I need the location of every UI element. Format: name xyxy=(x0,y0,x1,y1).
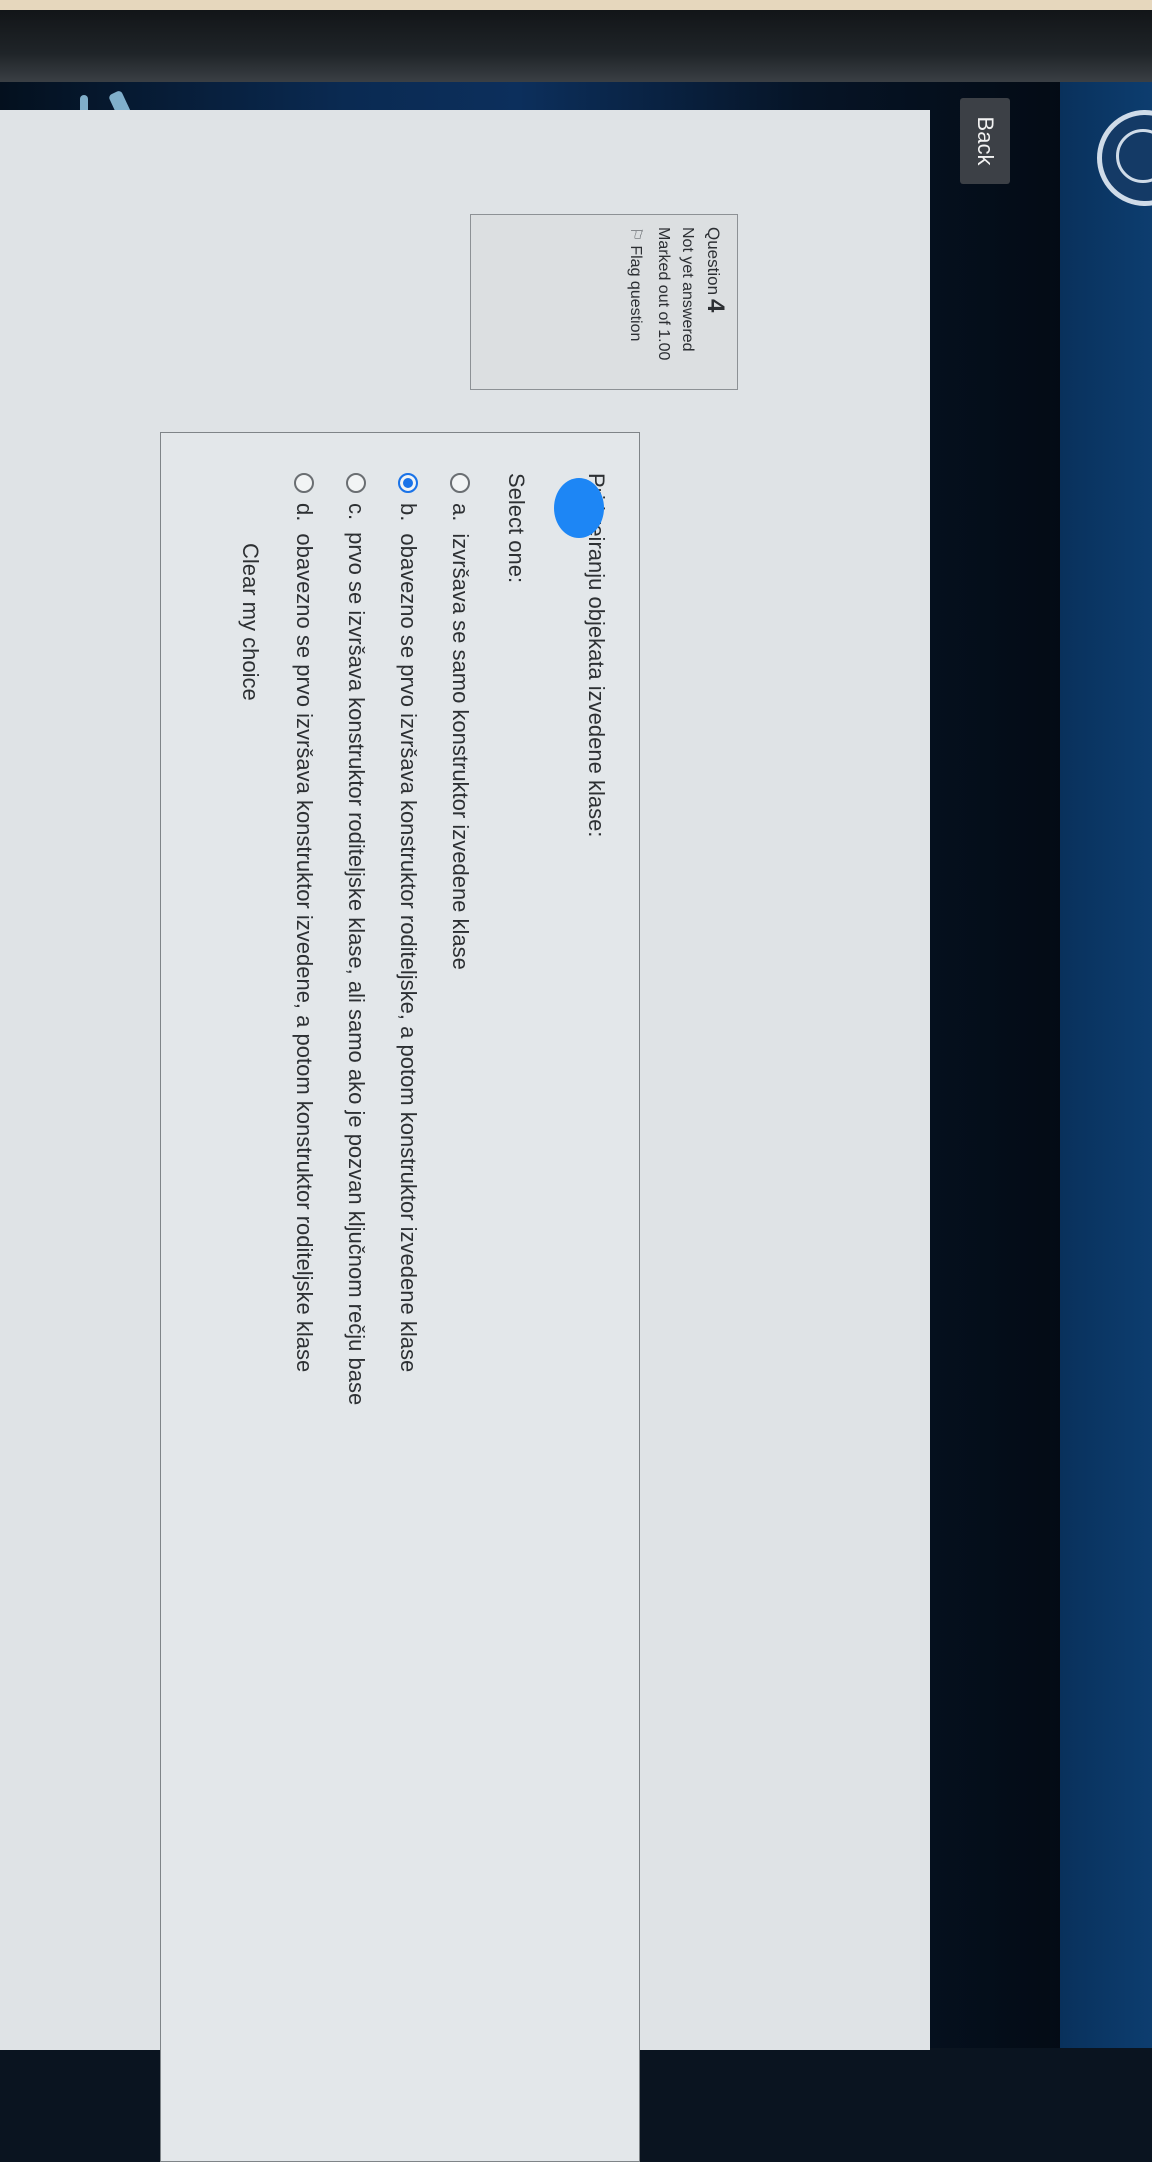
option-letter: d. xyxy=(292,503,317,522)
question-number-value: 4 xyxy=(702,299,729,313)
option-text: obavezno se prvo izvršava konstruktor ro… xyxy=(396,533,421,1373)
monitor-bezel xyxy=(0,10,1152,82)
option-letter: b. xyxy=(396,503,421,522)
selection-highlight xyxy=(554,478,604,538)
option-text: obavezno se prvo izvršava konstruktor iz… xyxy=(292,533,317,1373)
radio-button-icon[interactable] xyxy=(346,473,366,493)
radio-button-icon[interactable] xyxy=(450,473,470,493)
option-text: izvršava se samo konstruktor izvedene kl… xyxy=(448,533,473,970)
option-letter: c. xyxy=(344,503,369,521)
option-text: prvo se izvršava konstruktor roditeljske… xyxy=(344,532,369,1406)
question-info-box: Question 4 Not yet answered Marked out of… xyxy=(470,214,738,390)
question-number: Question 4 xyxy=(701,227,729,377)
radio-button-icon[interactable] xyxy=(294,473,314,493)
back-button[interactable]: Back xyxy=(960,98,1010,184)
select-prompt: Select one: xyxy=(504,473,529,584)
answer-option-a[interactable]: a. izvršava se samo konstruktor izvedene … xyxy=(447,473,473,970)
question-status: Not yet answered xyxy=(679,227,696,352)
question-label: Question xyxy=(704,227,723,296)
flag-question-label: Flag question xyxy=(627,245,644,342)
flag-icon: ⚐ xyxy=(627,227,644,242)
answer-option-c[interactable]: c. prvo se izvršava konstruktor roditeljs… xyxy=(343,473,369,1405)
radio-button-icon[interactable] xyxy=(398,473,418,493)
question-box: Pri kreiranju objekata izvedene klase: S… xyxy=(160,432,640,2162)
option-letter: a. xyxy=(448,503,473,522)
quiz-page: Back Question 4 Not yet answered Marked o… xyxy=(0,98,1052,2162)
clear-choice-link[interactable]: Clear my choice xyxy=(237,543,263,701)
site-header-band xyxy=(1060,82,1152,2048)
answer-option-d[interactable]: d. obavezno se prvo izvršava konstruktor … xyxy=(291,473,317,1372)
question-marks: Marked out of 1.00 xyxy=(655,227,672,361)
answer-option-b[interactable]: b. obavezno se prvo izvršava konstruktor … xyxy=(395,473,421,1372)
flag-question-link[interactable]: ⚐ Flag question xyxy=(625,227,645,377)
